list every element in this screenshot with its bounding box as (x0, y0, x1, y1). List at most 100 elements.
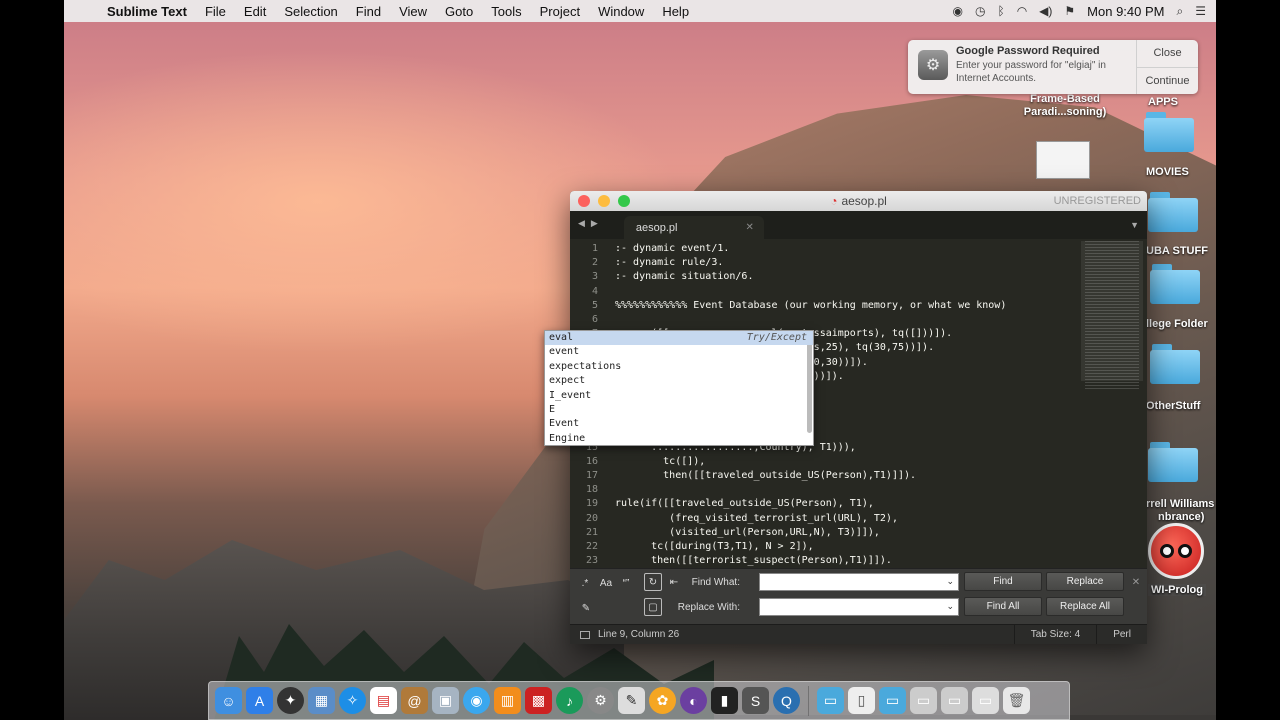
system-preferences-dock-icon[interactable]: ⚙ (587, 687, 614, 714)
desktop-item-frame-based[interactable]: Frame-Based Paradi...soning) (1010, 93, 1120, 119)
folder-icon[interactable] (1144, 110, 1194, 152)
bluetooth-icon[interactable]: ᛒ (997, 4, 1004, 18)
menu-app-name[interactable]: Sublime Text (98, 4, 196, 19)
menu-help[interactable]: Help (653, 4, 698, 19)
code-line[interactable]: :- dynamic event/1. (615, 242, 1075, 256)
desktop-item-williams[interactable]: rrell Williams (1146, 498, 1214, 510)
window-titlebar[interactable]: ◔ aesop.pl UNREGISTERED (570, 191, 1147, 211)
desktop-item-college-folder[interactable]: llege Folder (1146, 318, 1208, 330)
desktop-item-remembrance[interactable]: nbrance) (1158, 511, 1204, 523)
record-icon[interactable]: ◉ (953, 4, 963, 18)
code-line[interactable]: then([[traveled_outside_US(Person),T1)]]… (615, 469, 1075, 483)
preserve-case-toggle-icon[interactable]: ✎ (578, 599, 594, 617)
code-line[interactable]: :- dynamic rule/3. (615, 256, 1075, 270)
code-line[interactable]: (visited_url(Person,URL,N), T3)]]), (615, 526, 1075, 540)
replace-all-button[interactable]: Replace All (1046, 597, 1124, 616)
mission-control-icon[interactable]: ▦ (308, 687, 335, 714)
screenshot-stack-icon[interactable]: ▭ (910, 687, 937, 714)
terminal-icon[interactable]: ▮ (711, 687, 738, 714)
autocomplete-item[interactable]: expectations (545, 360, 813, 374)
tab-close-icon[interactable]: ✕ (745, 222, 753, 233)
code-line[interactable]: (freq_visited_terrorist_url(URL), T2), (615, 512, 1075, 526)
menu-window[interactable]: Window (589, 4, 653, 19)
menu-selection[interactable]: Selection (275, 4, 346, 19)
volume-icon[interactable]: ◀︎) (1039, 4, 1052, 18)
menu-view[interactable]: View (390, 4, 436, 19)
desktop-item-swi-prolog[interactable]: WI-Prolog (1148, 584, 1206, 596)
highlight-matches-toggle-icon[interactable]: ▢ (644, 598, 662, 616)
textedit-icon[interactable]: ✎ (618, 687, 645, 714)
finder-icon[interactable]: ☺ (215, 687, 242, 714)
autocomplete-item[interactable]: eval Try/Except (545, 331, 813, 346)
contacts-icon[interactable]: @ (401, 687, 428, 714)
find-button[interactable]: Find (964, 572, 1042, 591)
menu-goto[interactable]: Goto (436, 4, 482, 19)
messages-icon[interactable]: ◉ (463, 687, 490, 714)
menu-project[interactable]: Project (531, 4, 589, 19)
replace-button[interactable]: Replace (1046, 572, 1124, 591)
launchpad-icon[interactable]: ✦ (277, 687, 304, 714)
autocomplete-item[interactable]: Engine (545, 432, 813, 446)
folder-icon[interactable] (1148, 190, 1198, 232)
tab-aesop[interactable]: aesop.pl ✕ (623, 216, 764, 239)
document-icon[interactable]: ▯ (848, 687, 875, 714)
swi-prolog-owl-icon[interactable] (1148, 523, 1204, 579)
code-line[interactable]: rule(if([[traveled_outside_US(Person), T… (615, 497, 1075, 511)
whole-word-toggle-icon[interactable]: “” (618, 574, 634, 592)
emacs-icon[interactable]: ◐ (680, 687, 707, 714)
folder-icon[interactable] (1148, 440, 1198, 482)
photos-icon[interactable]: ✿ (649, 687, 676, 714)
desktop-item-apps[interactable]: APPS (1148, 96, 1178, 108)
desktop-item-otherstuff[interactable]: OtherStuff (1146, 400, 1200, 412)
replace-history-chevron-icon[interactable]: ⌄ (946, 601, 954, 612)
code-line[interactable]: :- dynamic situation/6. (615, 270, 1075, 284)
spotlight-search-icon[interactable]: ⌕ (1177, 4, 1184, 19)
wrap-toggle-icon[interactable]: ↻ (644, 573, 662, 591)
panel-toggle-icon[interactable] (580, 630, 590, 639)
itunes-icon[interactable]: ♪ (556, 687, 583, 714)
safari-icon[interactable]: ✧ (339, 687, 366, 714)
autocomplete-item[interactable]: I_event (545, 389, 813, 403)
tab-size-selector[interactable]: Tab Size: 4 (1013, 625, 1096, 644)
menu-tools[interactable]: Tools (482, 4, 530, 19)
applications-folder-icon[interactable]: ▭ (817, 687, 844, 714)
desktop-item-movies[interactable]: MOVIES (1146, 166, 1189, 178)
menu-edit[interactable]: Edit (235, 4, 275, 19)
code-line[interactable]: tc([]), (615, 455, 1075, 469)
flag-icon[interactable]: ⚑ (1064, 4, 1075, 18)
screenshot-icon[interactable]: ▭ (941, 687, 968, 714)
find-panel-close-icon[interactable]: ✕ (1130, 573, 1142, 591)
folder-icon[interactable] (1150, 262, 1200, 304)
ibooks-icon[interactable]: ▥ (494, 687, 521, 714)
notification-continue-button[interactable]: Continue (1137, 66, 1198, 95)
sublime-text-icon[interactable]: S (742, 687, 769, 714)
desktop-item-uba-stuff[interactable]: UBA STUFF (1146, 245, 1208, 257)
autocomplete-item[interactable]: Event (545, 417, 813, 431)
preview-icon[interactable]: ▣ (432, 687, 459, 714)
replace-input[interactable]: ⌄ (759, 598, 959, 616)
syntax-selector[interactable]: Perl (1096, 625, 1147, 644)
code-line[interactable]: tc([during(T3,T1), N > 2]), (615, 540, 1075, 554)
app-store-icon[interactable]: A (246, 687, 273, 714)
frame-based-file-thumbnail[interactable] (1036, 141, 1090, 179)
menu-file[interactable]: File (196, 4, 235, 19)
time-machine-icon[interactable]: ◷ (975, 4, 985, 18)
autocomplete-item[interactable]: event (545, 345, 813, 359)
minimap[interactable] (1085, 241, 1139, 391)
find-history-chevron-icon[interactable]: ⌄ (946, 576, 954, 587)
folder-icon[interactable] (1150, 342, 1200, 384)
window-thumbnail-icon[interactable]: ▭ (972, 687, 999, 714)
code-line[interactable] (615, 313, 1075, 327)
menu-find[interactable]: Find (347, 4, 390, 19)
photo-booth-icon[interactable]: ▩ (525, 687, 552, 714)
downloads-folder-icon[interactable]: ▭ (879, 687, 906, 714)
code-line[interactable] (615, 483, 1075, 497)
menu-clock[interactable]: Mon 9:40 PM (1087, 4, 1164, 19)
regex-toggle-icon[interactable]: .* (578, 574, 592, 592)
case-sensitive-toggle[interactable]: Aa (596, 574, 616, 592)
tab-nav-arrows-icon[interactable]: ◀▶ (570, 218, 610, 239)
find-input[interactable]: ⌄ (759, 573, 959, 591)
calendar-icon[interactable]: ▤ (370, 687, 397, 714)
code-line[interactable] (615, 285, 1075, 299)
notification-center-icon[interactable]: ☰ (1195, 4, 1206, 18)
